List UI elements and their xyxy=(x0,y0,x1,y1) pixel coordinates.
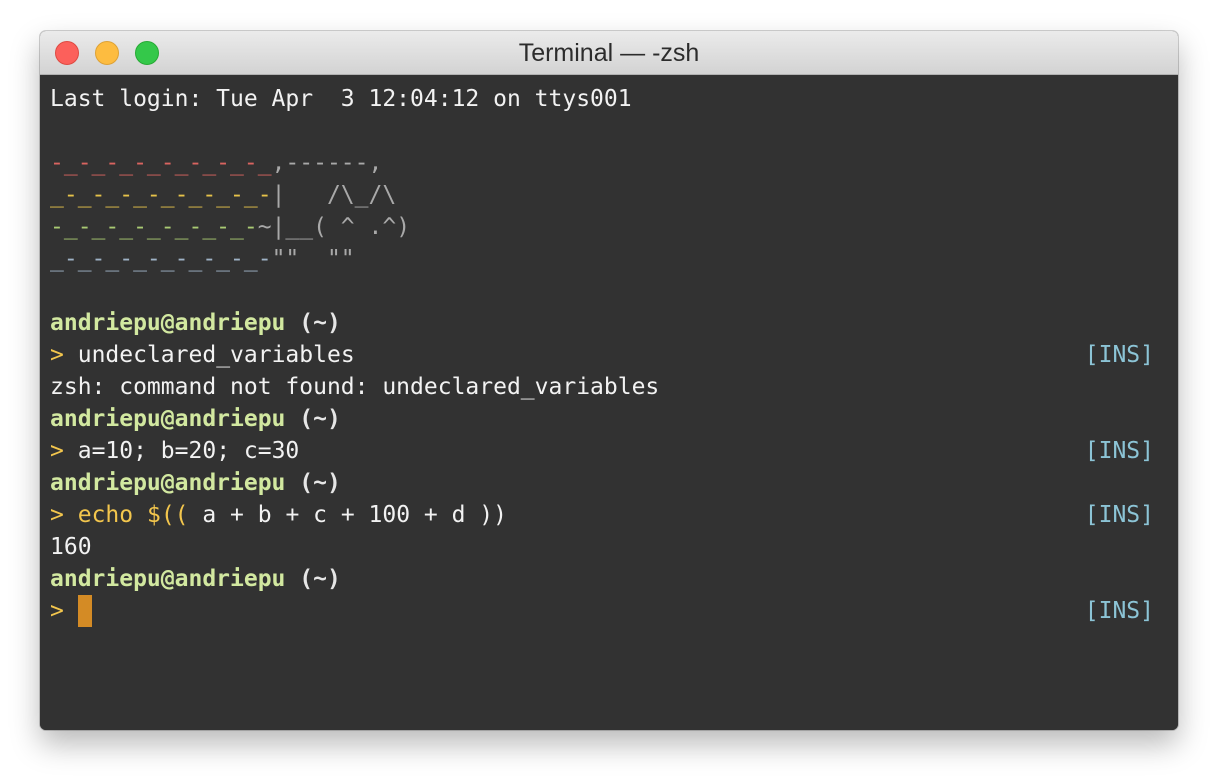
command-text: undeclared_variables xyxy=(77,342,355,368)
art-trail: _-_-_-_-_-_-_-_- xyxy=(50,246,272,272)
command-keyword: echo xyxy=(77,502,134,528)
user-host: andriepu@andriepu xyxy=(50,470,286,496)
command-text: a + b + c + 100 + d )) xyxy=(188,502,508,528)
art-trail: _-_-_-_-_-_-_-_- xyxy=(50,182,272,208)
user-host: andriepu@andriepu xyxy=(50,566,286,592)
art-cat: "" "" xyxy=(271,246,355,272)
current-directory: (~) xyxy=(299,566,341,592)
mode-indicator: [INS] xyxy=(1084,342,1154,368)
art-cat: | /\_/\ xyxy=(271,182,397,208)
user-host: andriepu@andriepu xyxy=(50,406,286,432)
command-line: > echo $(( a + b + c + 100 + d )) xyxy=(50,499,507,531)
arithmetic-open: $(( xyxy=(146,502,189,528)
art-trail: -_-_-_-_-_-_-_- xyxy=(50,214,258,240)
user-host: andriepu@andriepu xyxy=(50,310,286,336)
mode-indicator: [INS] xyxy=(1084,502,1154,528)
command-text: a=10; b=20; c=30 xyxy=(77,438,300,464)
prompt-header: andriepu@andriepu (~) xyxy=(50,563,341,595)
output-line: zsh: command not found: undeclared_varia… xyxy=(50,374,660,400)
current-directory: (~) xyxy=(299,470,341,496)
art-trail: -_-_-_-_-_-_-_-_ xyxy=(50,150,272,176)
text-cursor[interactable] xyxy=(77,595,92,627)
command-line[interactable]: > xyxy=(50,595,92,627)
art-line: -_-_-_-_-_-_-_-~|__( ^ .^) xyxy=(50,211,410,243)
prompt-caret: > xyxy=(50,438,64,464)
window-title: Terminal — -zsh xyxy=(518,39,700,67)
command-line: > a=10; b=20; c=30 xyxy=(50,435,299,467)
prompt-header: andriepu@andriepu (~) xyxy=(50,403,341,435)
current-directory: (~) xyxy=(299,310,341,336)
art-line: _-_-_-_-_-_-_-_-| /\_/\ xyxy=(50,179,396,211)
prompt-header: andriepu@andriepu (~) xyxy=(50,307,341,339)
prompt-caret: > xyxy=(50,502,64,528)
terminal-window: Terminal — -zsh Last login: Tue Apr 3 12… xyxy=(40,31,1178,730)
mode-indicator: [INS] xyxy=(1084,438,1154,464)
art-cat: ~|__( ^ .^) xyxy=(257,214,411,240)
terminal-content[interactable]: Last login: Tue Apr 3 12:04:12 on ttys00… xyxy=(40,75,1178,730)
mode-indicator: [INS] xyxy=(1084,598,1154,624)
art-line: -_-_-_-_-_-_-_-_,------, xyxy=(50,147,382,179)
output-line: 160 xyxy=(50,534,92,560)
art-cat: ,------, xyxy=(271,150,383,176)
prompt-caret: > xyxy=(50,598,64,624)
prompt-caret: > xyxy=(50,342,64,368)
prompt-header: andriepu@andriepu (~) xyxy=(50,467,341,499)
command-line: > undeclared_variables xyxy=(50,339,355,371)
current-directory: (~) xyxy=(299,406,341,432)
title-bar[interactable]: Terminal — -zsh xyxy=(40,31,1178,75)
last-login-line: Last login: Tue Apr 3 12:04:12 on ttys00… xyxy=(50,86,632,112)
art-line: _-_-_-_-_-_-_-_-"" "" xyxy=(50,243,355,275)
